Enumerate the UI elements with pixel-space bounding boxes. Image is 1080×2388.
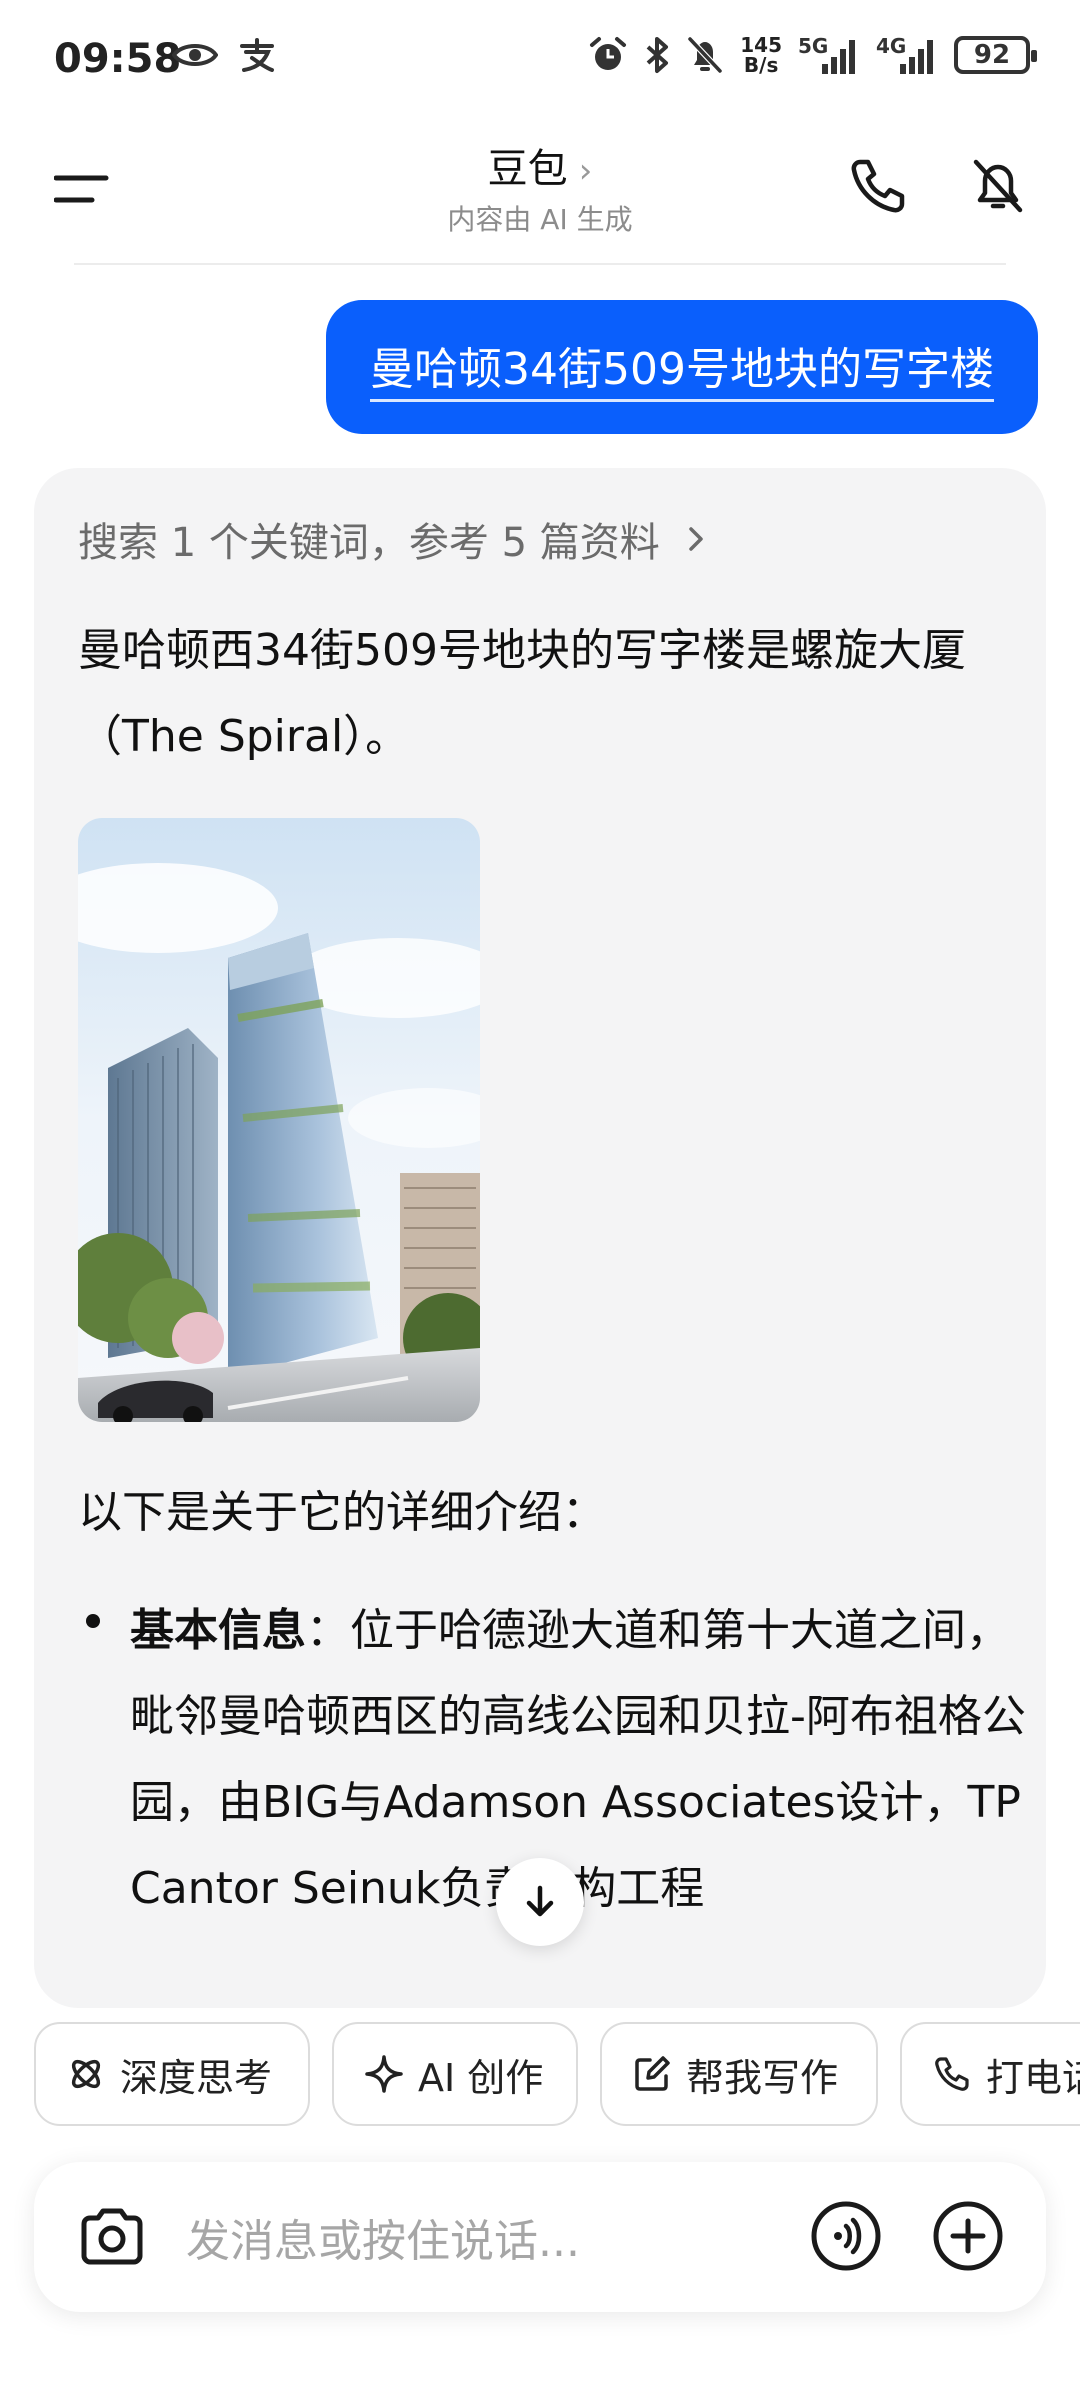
net-speed-value: 145	[740, 33, 782, 57]
page-title: 豆包	[487, 146, 568, 192]
spiral-building-illustration	[78, 818, 480, 1422]
header-title-area[interactable]: 豆包 › 内容由 AI 生成	[0, 136, 1080, 238]
alarm-icon	[590, 37, 627, 70]
bluetooth-icon	[646, 37, 669, 73]
chip-ai-create[interactable]: AI 创作	[332, 2022, 578, 2126]
chip-label: 打电话	[986, 2055, 1080, 2100]
chevron-right-icon	[689, 527, 703, 551]
speaker-mute-icon[interactable]	[966, 154, 1030, 218]
arrow-down-icon	[526, 1885, 554, 1917]
chip-deep-think[interactable]: 深度思考	[34, 2022, 310, 2126]
search-reference-link[interactable]: 搜索 1 个关键词，参考 5 篇资料	[78, 510, 710, 568]
phone-call-icon[interactable]	[846, 154, 910, 218]
plus-icon[interactable]	[932, 2200, 1004, 2272]
header-divider	[74, 263, 1006, 265]
battery-indicator: 92	[954, 36, 1037, 74]
voice-input-icon[interactable]	[810, 2200, 882, 2272]
signal-5g-icon: 5G	[798, 34, 860, 76]
camera-icon[interactable]	[76, 2200, 148, 2272]
ai-response-card: 搜索 1 个关键词，参考 5 篇资料 曼哈顿西34街509号地块的写字楼是螺旋大…	[34, 468, 1046, 2008]
status-icons-right: 145 B/s 5G 4G 92	[588, 34, 1037, 76]
quick-action-chips: 深度思考 AI 创作 帮我写作 打电话	[34, 2022, 1080, 2126]
bullet-basic-info: 基本信息：位于哈德逊大道和第十大道之间，毗邻曼哈顿西区的高线公园和贝拉-阿布祖格…	[130, 1588, 1046, 1932]
chip-label: 帮我写作	[686, 2055, 839, 2100]
chip-help-write[interactable]: 帮我写作	[600, 2022, 878, 2126]
chip-label: 深度思考	[120, 2055, 273, 2100]
message-input[interactable]: 发消息或按住说话...	[186, 2162, 580, 2312]
search-reference-text: 搜索 1 个关键词，参考 5 篇资料	[78, 520, 660, 566]
signal-4g-icon: 4G	[876, 34, 938, 76]
chip-label: AI 创作	[418, 2055, 544, 2100]
message-input-bar: 发消息或按住说话...	[34, 2162, 1046, 2312]
scroll-to-bottom-button[interactable]	[496, 1858, 584, 1946]
phone-icon	[935, 2057, 969, 2091]
status-time: 09:58	[54, 36, 182, 82]
status-bar: 09:58 145 B/s 5G 4G 92	[0, 0, 1080, 120]
chevron-right-icon: ›	[578, 151, 593, 191]
deep-think-icon	[71, 2059, 101, 2089]
chat-header: 豆包 › 内容由 AI 生成	[0, 120, 1080, 265]
sparkle-icon	[365, 2055, 403, 2093]
ai-answer-text: 曼哈顿西34街509号地块的写字楼是螺旋大厦（The Spiral）。	[78, 625, 966, 762]
header-subtitle: 内容由 AI 生成	[447, 203, 633, 236]
user-message-text: 曼哈顿34街509号地块的写字楼	[370, 333, 994, 402]
alipay-icon	[240, 38, 274, 72]
building-image[interactable]	[78, 818, 480, 1422]
net-speed-unit: B/s	[743, 53, 779, 77]
bullet-label: 基本信息	[130, 1605, 306, 1656]
status-icons-left	[172, 38, 276, 72]
net-speed: 145 B/s	[740, 35, 782, 75]
eye-icon	[172, 44, 218, 66]
edit-icon	[635, 2056, 670, 2091]
user-message-bubble[interactable]: 曼哈顿34街509号地块的写字楼	[326, 300, 1038, 434]
bell-off-icon	[688, 36, 723, 74]
bullet-dot	[86, 1614, 100, 1628]
chip-make-call[interactable]: 打电话	[900, 2022, 1080, 2126]
ai-intro-text: 以下是关于它的详细介绍：	[78, 1487, 606, 1538]
